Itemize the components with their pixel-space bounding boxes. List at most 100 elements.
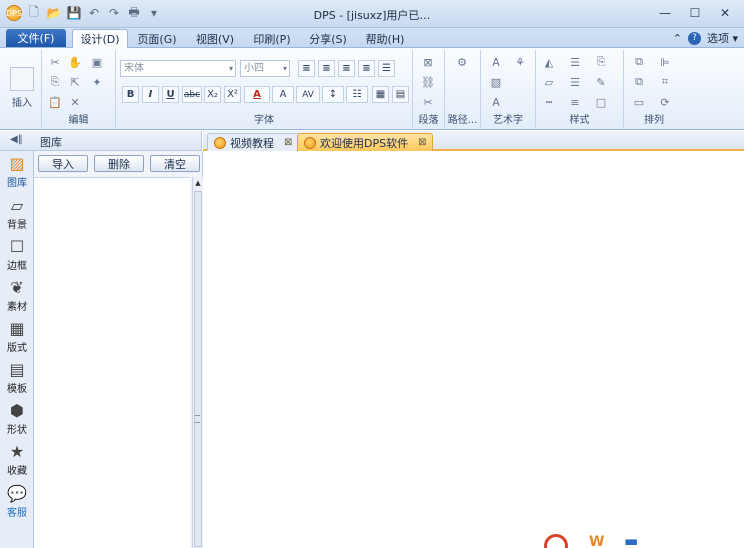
font-name-select[interactable]: 宋体 ▾ [120,60,236,77]
tab-design[interactable]: 设计(D) [72,29,128,48]
line-style-icon[interactable]: ☰ [566,54,584,70]
doc-tab-welcome[interactable]: 欢迎使用DPS软件 ⊠ [297,133,434,151]
paragraph-spacing-icon[interactable]: ☷ [346,86,368,103]
group-objects-icon[interactable]: ⌗ [656,74,674,90]
send-backward-icon[interactable]: ⧉ [630,74,648,90]
wrap-text-icon[interactable]: ⊠ [419,54,437,70]
nav-label: 形状 [7,425,27,436]
format-painter-icon[interactable]: ✎ [592,74,610,90]
nav-background[interactable]: ▱ 背景 [0,195,34,235]
document-canvas[interactable]: W ▬ [203,153,744,548]
font-highlight-button[interactable]: A [272,86,294,103]
bring-forward-icon[interactable]: ⧉ [630,54,648,70]
cut-icon[interactable]: ✂ [46,54,64,70]
ribbon-collapse-icon[interactable]: ⌃ [673,32,682,45]
copy-icon[interactable]: ⎘ [46,74,64,90]
path-group: ⚙ 路径... [445,50,481,128]
line-spacing-icon[interactable]: ↕ [322,86,344,103]
arrow-style-icon[interactable]: ☰ [566,74,584,90]
font-size-value: 小四 [244,63,264,74]
shadow-icon[interactable]: □ [592,94,610,110]
art-text-fill-icon[interactable]: A [487,94,505,110]
tab-help[interactable]: 帮助(H) [360,29,410,48]
doc-tab-video-tutorial[interactable]: 视频教程 ⊠ [207,133,300,151]
doc-tab-label: 视频教程 [230,136,274,150]
close-button[interactable]: ✕ [714,4,736,22]
vertical-text-icon[interactable]: ▤ [392,86,409,103]
font-size-select[interactable]: 小四 ▾ [240,60,290,77]
insert-button[interactable]: 插入 [4,56,40,120]
subscript-button[interactable]: X₂ [204,86,221,103]
tab-print[interactable]: 印刷(P) [247,29,297,48]
char-spacing-button[interactable]: AV [296,86,320,103]
pan-hand-icon[interactable]: ✋ [66,54,84,70]
background-icon: ▱ [10,195,24,215]
maximize-button[interactable]: ☐ [684,4,706,22]
distribute-icon[interactable]: ☰ [378,60,395,77]
align-center-icon[interactable]: ≡ [318,60,335,77]
nav-support[interactable]: 💬 客服 [0,483,34,523]
nav-favorite[interactable]: ★ 收藏 [0,441,34,481]
scroll-thumb[interactable] [194,191,202,547]
art-text-icon[interactable]: A [487,54,505,70]
underline-button[interactable]: U [162,86,179,103]
nav-shape[interactable]: ⬢ 形状 [0,400,34,440]
align-left-icon[interactable]: ≡ [298,60,315,77]
help-icon[interactable]: ? [687,31,701,45]
nav-layout[interactable]: ▦ 版式 [0,318,34,358]
scroll-up-icon[interactable]: ▲ [193,179,203,189]
bold-button[interactable]: B [122,86,139,103]
strikethrough-button[interactable]: abc [182,86,202,103]
nav-material[interactable]: ❦ 素材 [0,277,34,317]
import-button[interactable]: 导入 [38,155,88,172]
align-objects-icon[interactable]: ⊫ [656,54,674,70]
collapse-panel-icon[interactable]: ◀‖ [10,134,23,145]
gallery-list[interactable] [34,177,190,548]
tab-share[interactable]: 分享(S) [303,29,353,48]
style-copy-icon[interactable]: ⎘ [592,54,610,70]
size-icon[interactable]: ▭ [630,94,648,110]
insert-group: 插入 [0,50,42,128]
font-color-button[interactable]: A [244,86,270,103]
font-name-value: 宋体 [124,63,144,74]
delete-button[interactable]: 删除 [94,155,144,172]
close-tab-icon[interactable]: ⊠ [418,137,426,148]
magic-wand-icon[interactable]: ✦ [88,74,106,90]
superscript-button[interactable]: X² [224,86,241,103]
link-icon[interactable]: ⛓ [419,74,437,90]
file-menu-button[interactable]: 文件(F) [6,29,66,47]
gallery-scrollbar[interactable]: ▲ [192,177,203,548]
nav-gallery[interactable]: ▨ 图库 [0,153,34,193]
dash-style-icon[interactable]: ┅ [540,94,558,110]
tab-view[interactable]: 视图(V) [190,29,240,48]
rotate-icon[interactable]: ⟳ [656,94,674,110]
align-right-icon[interactable]: ≡ [338,60,355,77]
scroll-grip-icon [195,415,200,423]
nav-border[interactable]: ☐ 边框 [0,236,34,276]
justify-icon[interactable]: ≡ [358,60,375,77]
clear-button[interactable]: 清空 [150,155,200,172]
art-text-effect-icon[interactable]: ⚘ [511,54,529,70]
unlink-icon[interactable]: ✂ [419,94,437,110]
nav-template[interactable]: ▤ 模板 [0,359,34,399]
italic-button[interactable]: I [142,86,159,103]
style-group-label: 样式 [569,115,590,126]
tab-page[interactable]: 页面(G) [132,29,182,48]
paste-icon[interactable]: 📋 [46,94,64,110]
border-icon: ☐ [9,236,25,256]
text-box-icon[interactable]: ▦ [372,86,389,103]
image-icon[interactable]: ▣ [88,54,106,70]
art-text-image-icon[interactable]: ▧ [487,74,505,90]
options-menu[interactable]: 选项 ▾ [707,30,738,46]
watermark-text-icon: ▬ [624,534,639,548]
font-group: 宋体 ▾ 小四 ▾ ≡ ≡ ≡ ≡ ☰ B I U abc X₂ X² A A AV… [116,50,413,128]
delete-icon[interactable]: ✕ [66,94,84,110]
fill-color-icon[interactable]: ◭ [540,54,558,70]
gallery-panel: 导入 删除 清空 ▲ [34,151,203,548]
select-pointer-icon[interactable]: ⇱ [66,74,84,90]
minimize-button[interactable]: — [654,4,676,22]
path-gear-icon[interactable]: ⚙ [453,54,471,70]
line-weight-icon[interactable]: ≡ [566,94,584,110]
close-tab-icon[interactable]: ⊠ [284,137,292,148]
border-color-icon[interactable]: ▱ [540,74,558,90]
